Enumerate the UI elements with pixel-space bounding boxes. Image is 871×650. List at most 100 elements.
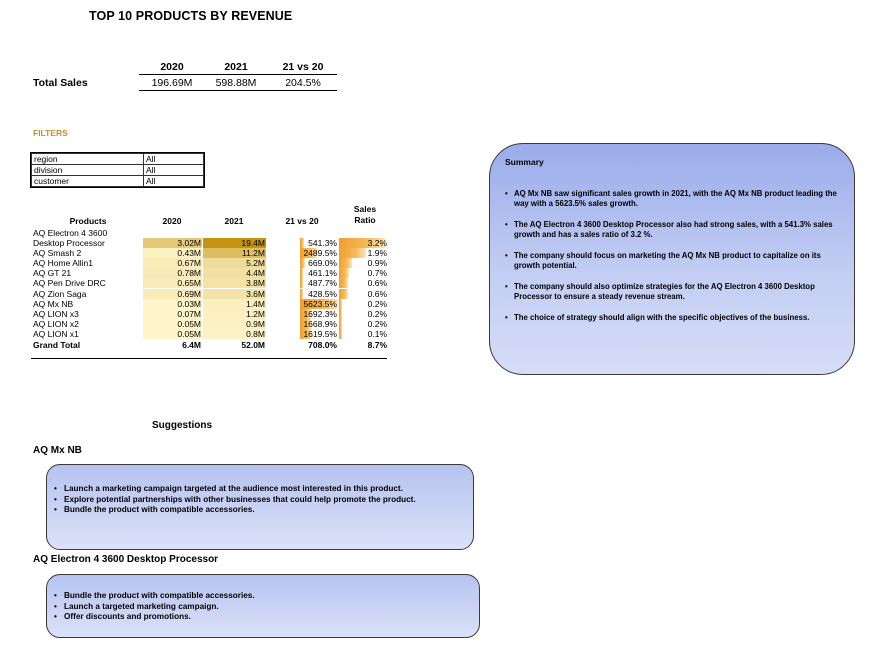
summary-bullet: The company should also optimize strateg…	[505, 282, 840, 302]
value-21vs20: 428.5%	[308, 288, 337, 299]
filter-key: region	[31, 153, 144, 165]
value-21vs20: 461.1%	[308, 268, 337, 279]
value-2020: 0.07M	[177, 308, 201, 319]
value-2021: 1.2M	[246, 308, 265, 319]
value-2021: 5.2M	[246, 258, 265, 269]
filter-row-customer[interactable]: customer All	[31, 175, 204, 187]
summary-bullet: AQ Mx NB saw significant sales growth in…	[505, 189, 840, 209]
value-2020: 0.65M	[177, 278, 201, 289]
header-2021: 2021	[224, 216, 244, 226]
suggestion-list-2: Bundle the product with compatible acces…	[54, 591, 464, 623]
value-2020: 0.67M	[177, 258, 201, 269]
product-name: AQ LION x1	[33, 328, 79, 339]
summary-title: Summary	[505, 157, 544, 167]
summary-bullet: The AQ Electron 4 3600 Desktop Processor…	[505, 220, 840, 240]
value-ratio: 0.6%	[367, 278, 387, 289]
filter-value[interactable]: All	[143, 175, 204, 187]
kpi-value-2020: 196.69M	[151, 77, 193, 89]
value-2021: 19.4M	[241, 238, 265, 248]
header-ratio-line1: Sales	[353, 204, 377, 214]
value-2021: 0.8M	[246, 328, 265, 339]
kpi-header-vs: 21 vs 20	[282, 61, 324, 73]
value-2021: 4.4M	[246, 268, 265, 279]
suggestions-title: Suggestions	[152, 420, 213, 431]
value-ratio: 0.2%	[367, 298, 387, 309]
value-ratio: 1.9%	[367, 248, 387, 259]
kpi-value-2021: 598.88M	[215, 77, 257, 89]
value-21vs20: 541.3%	[308, 238, 337, 248]
value-2020: 0.05M	[177, 318, 201, 329]
grand-total-divider	[31, 358, 387, 359]
value-ratio: 0.2%	[367, 318, 387, 329]
product-name: AQ GT 21	[33, 268, 72, 279]
value-2021: 11.2M	[242, 248, 265, 259]
report-title: TOP 10 PRODUCTS BY REVENUE	[89, 9, 293, 23]
suggestion-item: Bundle the product with compatible acces…	[54, 505, 464, 516]
product-name: AQ Pen Drive DRC	[33, 278, 106, 289]
value-ratio: 3.2%	[367, 238, 387, 248]
filter-value[interactable]: All	[143, 153, 204, 165]
value-2021: 3.8M	[246, 278, 265, 289]
summary-bullet: The choice of strategy should align with…	[505, 313, 840, 323]
total-sales-label: Total Sales	[33, 77, 88, 89]
kpi-underline	[139, 90, 337, 91]
suggestion-item: Bundle the product with compatible acces…	[54, 591, 464, 602]
product-name: AQ Zion Saga	[33, 288, 87, 299]
summary-list: AQ Mx NB saw significant sales growth in…	[505, 189, 840, 334]
suggestion-product-2: AQ Electron 4 3600 Desktop Processor	[33, 554, 219, 565]
value-21vs20: 1692.3%	[303, 308, 337, 319]
suggestion-list-1: Launch a marketing campaign targeted at …	[54, 484, 464, 516]
grand-total-ratio: 8.7%	[367, 340, 387, 350]
value-2021: 0.9M	[246, 318, 265, 329]
filter-key: division	[31, 164, 144, 176]
kpi-header-2020: 2020	[160, 61, 184, 73]
value-21vs20: 1668.9%	[303, 318, 337, 329]
value-2020: 0.43M	[177, 248, 201, 259]
kpi-header-2021: 2021	[224, 61, 248, 73]
filters-table: region All division All customer All	[30, 152, 205, 188]
value-ratio: 0.9%	[367, 258, 387, 269]
value-2020: 3.02M	[177, 238, 201, 248]
suggestion-item: Explore potential partnerships with othe…	[54, 495, 464, 506]
suggestion-item: Offer discounts and promotions.	[54, 612, 464, 623]
grand-total-label: Grand Total	[33, 340, 81, 350]
product-name: AQ LION x2	[33, 318, 79, 329]
value-21vs20: 487.7%	[308, 278, 337, 289]
grand-total-2021: 52.0M	[241, 340, 265, 350]
value-ratio: 0.2%	[367, 308, 387, 319]
product-name: AQ Mx NB	[33, 298, 74, 309]
grand-total-21vs20: 708.0%	[308, 340, 337, 350]
product-name: AQ Home Allin1	[33, 258, 93, 269]
product-name: AQ Electron 4 3600 Desktop Processor	[33, 228, 108, 248]
filters-title: FILTERS	[33, 128, 68, 138]
summary-bullet: The company should focus on marketing th…	[505, 251, 840, 271]
value-2020: 0.05M	[177, 328, 201, 339]
header-21vs20: 21 vs 20	[285, 216, 319, 226]
filter-value[interactable]: All	[143, 164, 204, 176]
value-2020: 0.03M	[177, 298, 201, 309]
value-ratio: 0.7%	[367, 268, 387, 279]
value-ratio: 0.1%	[367, 328, 387, 339]
grand-total-2020: 6.4M	[182, 340, 201, 350]
product-name: AQ Smash 2	[33, 248, 82, 259]
filter-row-region[interactable]: region All	[31, 153, 204, 165]
suggestion-item: Launch a marketing campaign targeted at …	[54, 484, 464, 495]
kpi-divider	[139, 74, 337, 75]
value-21vs20: 5623.5%	[303, 298, 337, 309]
header-products: Products	[69, 216, 107, 226]
value-2020: 0.69M	[177, 288, 201, 299]
header-ratio-line2: Ratio	[354, 215, 376, 225]
value-21vs20: 669.0%	[308, 258, 337, 269]
filter-row-division[interactable]: division All	[31, 164, 204, 176]
value-2021: 1.4M	[246, 298, 265, 309]
value-ratio: 0.6%	[367, 288, 387, 299]
product-name: AQ LION x3	[33, 308, 79, 319]
filter-key: customer	[31, 175, 144, 187]
suggestion-item: Launch a targeted marketing campaign.	[54, 602, 464, 613]
value-2020: 0.78M	[177, 268, 201, 279]
value-21vs20: 2489.5%	[303, 248, 337, 259]
value-2021: 3.6M	[246, 288, 265, 299]
value-21vs20: 1619.5%	[303, 328, 337, 339]
kpi-value-vs: 204.5%	[285, 77, 321, 89]
header-2020: 2020	[162, 216, 182, 226]
